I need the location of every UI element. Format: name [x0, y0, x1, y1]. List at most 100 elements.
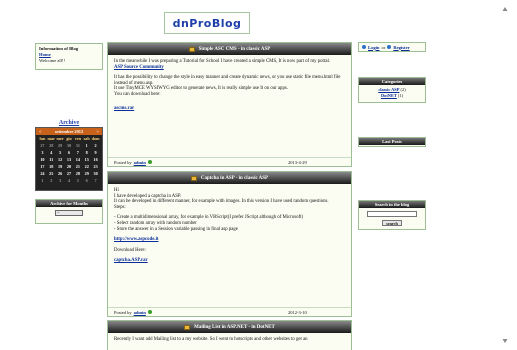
- calendar-day[interactable]: 30: [65, 143, 74, 149]
- calendar-day[interactable]: 3: [56, 178, 65, 184]
- post-text: You can download here:: [114, 91, 161, 97]
- post-footer: Posted by admin 2012-3-10: [108, 307, 351, 316]
- category-item: DotNET (1): [359, 93, 425, 99]
- calendar-day[interactable]: 25: [47, 171, 56, 177]
- scroll-up-icon[interactable]: [502, 6, 508, 12]
- post-text: - Create a multidimensional array, for e…: [114, 215, 304, 221]
- calendar-day[interactable]: 30: [91, 171, 100, 177]
- calendar-day[interactable]: 8: [82, 150, 91, 156]
- search-button[interactable]: search: [382, 220, 402, 226]
- categories-panel: Categories classic ASP (2) DotNET (1): [358, 77, 426, 103]
- calendar-day[interactable]: 31: [73, 143, 82, 149]
- calendar-day[interactable]: 4: [65, 178, 74, 184]
- calendar-day[interactable]: 28: [47, 143, 56, 149]
- logo-text: dnProBlog: [172, 16, 242, 30]
- calendar-day[interactable]: 16: [91, 157, 100, 163]
- calendar-day[interactable]: 7: [73, 150, 82, 156]
- author-link[interactable]: admin: [134, 160, 146, 165]
- download-link[interactable]: captcha.ASP.rar: [114, 258, 148, 263]
- calendar-next-button[interactable]: >: [96, 129, 99, 134]
- calendar-day[interactable]: 27: [65, 171, 74, 177]
- calendar-day[interactable]: 7: [91, 178, 100, 184]
- category-count: (2): [400, 87, 406, 92]
- calendar-day[interactable]: 23: [91, 164, 100, 170]
- calendar-weekday: ven: [74, 136, 81, 141]
- post-date: 2012-3-10: [288, 309, 307, 315]
- post-title[interactable]: Captcha in ASP - in classic ASP: [201, 176, 268, 181]
- calendar-day[interactable]: 11: [47, 157, 56, 163]
- calendar-day[interactable]: 26: [56, 171, 65, 177]
- post-text: Hi: [114, 188, 119, 193]
- post-item: Captcha in ASP - in classic ASP Hi I hav…: [107, 171, 352, 317]
- search-input[interactable]: [367, 211, 417, 217]
- home-link[interactable]: Home: [39, 52, 51, 57]
- search-title: Search in the blog: [359, 201, 425, 208]
- calendar-day[interactable]: 1: [38, 178, 47, 184]
- post-text: It use TinyMCE WYSIWYG editor to generat…: [114, 86, 288, 92]
- calendar-day[interactable]: 4: [47, 150, 56, 156]
- login-link[interactable]: Login: [368, 45, 380, 50]
- calendar-prev-button[interactable]: <: [39, 129, 42, 134]
- site-logo[interactable]: dnProBlog: [164, 12, 250, 34]
- calendar-day[interactable]: 21: [73, 164, 82, 170]
- search-panel: Search in the blog search: [358, 200, 426, 230]
- calendar-day[interactable]: 27: [38, 143, 47, 149]
- category-link[interactable]: classic ASP: [378, 87, 399, 92]
- calendar-day[interactable]: 22: [82, 164, 91, 170]
- archive-months-title: Archive for Months: [36, 200, 102, 207]
- calendar-day[interactable]: 15: [82, 157, 91, 163]
- user-icon: [362, 45, 366, 49]
- calendar-weekday: dom: [91, 136, 100, 141]
- calendar-day[interactable]: 2: [47, 178, 56, 184]
- post-text: It can be developed in different manner,…: [114, 199, 329, 205]
- calendar-day[interactable]: 17: [38, 164, 47, 170]
- calendar-day[interactable]: 5: [56, 150, 65, 156]
- last-posts-panel: Last Posts: [358, 137, 426, 147]
- post-header: Mailing List in ASP.NET - in DotNET: [108, 321, 351, 333]
- calendar-day[interactable]: 2: [91, 143, 100, 149]
- post-text: - Store the answer in a Session variable…: [114, 226, 238, 232]
- calendar-month: settembre 2012: [54, 129, 84, 134]
- calendar-day[interactable]: 24: [38, 171, 47, 177]
- calendar-day[interactable]: 6: [82, 178, 91, 184]
- post-body: In the meanwhile I was preparing a Tutor…: [108, 55, 351, 120]
- calendar-day[interactable]: 1: [82, 143, 91, 149]
- calendar-day[interactable]: 29: [56, 143, 65, 149]
- post-title[interactable]: Mailing List in ASP.NET - in DotNET: [194, 325, 275, 330]
- calendar-day[interactable]: 5: [73, 178, 82, 184]
- calendar-day[interactable]: 18: [47, 164, 56, 170]
- login-or: or: [381, 44, 386, 50]
- post-link[interactable]: http://www.aspcode.it: [114, 237, 159, 242]
- post-title[interactable]: Simple ASC CMS - in classic ASP: [199, 47, 271, 52]
- check-icon: [147, 310, 152, 314]
- posted-by-label: Posted by: [114, 309, 132, 315]
- categories-title: Categories: [359, 78, 425, 85]
- download-link[interactable]: ascms.rar: [114, 106, 134, 111]
- archive-title[interactable]: Archive: [35, 120, 103, 126]
- archive-months-panel: Archive for Months --: [35, 199, 103, 224]
- post-link[interactable]: ASP Source Community: [114, 65, 164, 70]
- calendar-day[interactable]: 13: [65, 157, 74, 163]
- calendar-day[interactable]: 19: [56, 164, 65, 170]
- calendar-day[interactable]: 9: [91, 150, 100, 156]
- calendar-day[interactable]: 3: [38, 150, 47, 156]
- posted-by-label: Posted by: [114, 159, 132, 165]
- calendar-day[interactable]: 10: [38, 157, 47, 163]
- calendar-day[interactable]: 14: [73, 157, 82, 163]
- calendar-day[interactable]: 12: [56, 157, 65, 163]
- register-link[interactable]: Register: [393, 45, 409, 50]
- category-count: (1): [397, 93, 404, 98]
- calendar-day[interactable]: 6: [65, 150, 74, 156]
- post-header: Captcha in ASP - in classic ASP: [108, 172, 351, 184]
- register-icon: [387, 45, 392, 49]
- archive-month-select[interactable]: --: [55, 210, 83, 216]
- calendar-day[interactable]: 20: [65, 164, 74, 170]
- post-date: 2013-4-29: [288, 159, 307, 165]
- calendar-day[interactable]: 29: [82, 171, 91, 177]
- post-body: Hi I have developed a captcha in ASP. It…: [108, 184, 351, 273]
- calendar-day[interactable]: 28: [73, 171, 82, 177]
- calendar-weekday: mer: [56, 136, 64, 141]
- author-link[interactable]: admin: [134, 310, 146, 315]
- category-link[interactable]: DotNET: [381, 93, 397, 98]
- scroll-down-icon[interactable]: [502, 338, 508, 344]
